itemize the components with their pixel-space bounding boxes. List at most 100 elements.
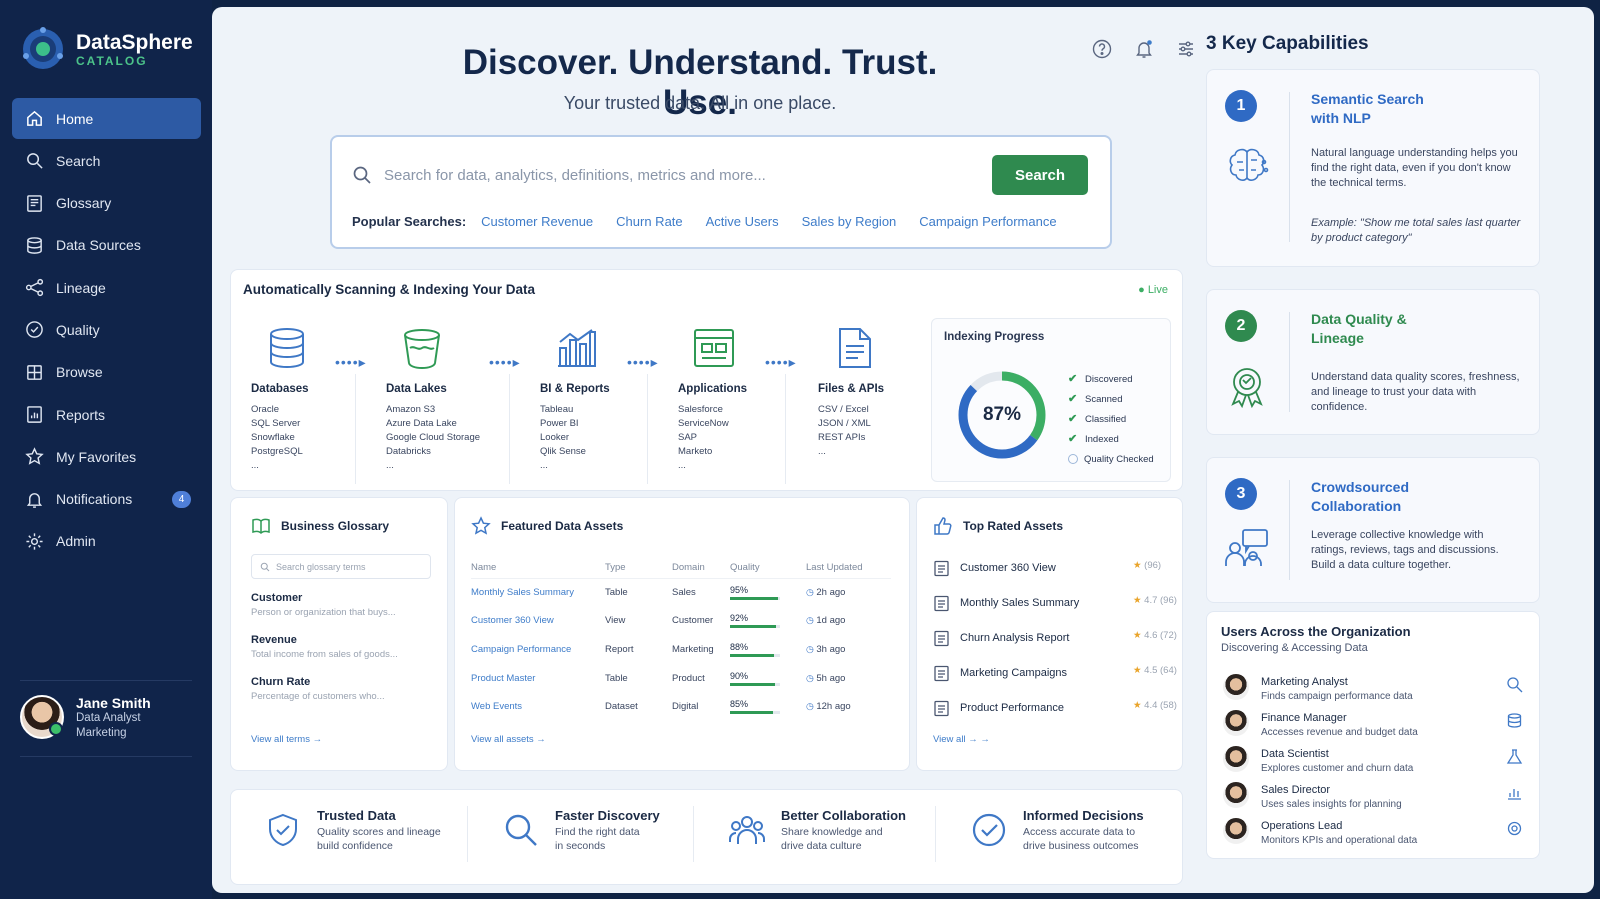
document-icon <box>934 665 949 682</box>
sidebar-item-data-sources[interactable]: Data Sources <box>12 225 201 266</box>
quality-bar: 88% <box>730 642 806 657</box>
capability-title-line: with NLP <box>1311 110 1371 126</box>
popular-search-link[interactable]: Churn Rate <box>616 214 682 229</box>
source-item: Salesforce <box>678 404 723 415</box>
collaboration-icon <box>1225 529 1268 566</box>
sidebar-item-label: Notifications <box>56 491 133 508</box>
search-input[interactable]: Search for data, analytics, definitions,… <box>352 155 972 195</box>
source-bi-reports[interactable]: BI & Reports Tableau Power BI Looker Qli… <box>540 326 658 473</box>
list-item[interactable]: Customer 360 View ★ (96) <box>933 558 1161 577</box>
source-item: JSON / XML <box>818 418 871 429</box>
asset-type: Table <box>605 672 628 684</box>
table-row[interactable]: Product Master Table Product 90% ◷ 5h ago <box>471 664 891 693</box>
source-files-apis[interactable]: Files & APIs CSV / Excel JSON / XML REST… <box>818 326 936 459</box>
benefit-better-collaboration: Better Collaboration Share knowledge and d… <box>729 808 906 853</box>
list-item[interactable]: Churn Analysis Report ★ 4.6 (72) <box>933 628 1177 647</box>
source-databases[interactable]: Databases Oracle SQL Server Snowflake Po… <box>251 326 369 473</box>
popular-search-link[interactable]: Campaign Performance <box>919 214 1056 229</box>
user-activity: Accesses revenue and budget data <box>1261 727 1418 738</box>
asset-name[interactable]: Monthly Sales Summary <box>471 578 605 607</box>
sidebar-item-browse[interactable]: Browse <box>12 352 201 393</box>
view-all-top-rated-link[interactable]: View all → → <box>933 734 990 745</box>
list-item[interactable]: Product Performance ★ 4.4 (58) <box>933 698 1177 717</box>
document-icon <box>934 560 949 577</box>
user-row[interactable]: Data Scientist Explores customer and chur… <box>1223 744 1523 774</box>
glossary-term[interactable]: Churn Rate Percentage of customers who... <box>251 676 385 702</box>
source-item: Databricks <box>386 446 431 457</box>
asset-quality: 85% <box>730 692 806 721</box>
clock-icon: ◷ <box>806 672 817 683</box>
list-item[interactable]: Marketing Campaigns ★ 4.5 (64) <box>933 663 1177 682</box>
bell-icon <box>26 492 43 508</box>
popular-search-link[interactable]: Customer Revenue <box>481 214 593 229</box>
rating-value: (96) <box>1144 560 1162 571</box>
sidebar-item-notifications[interactable]: Notifications 4 <box>12 479 201 520</box>
sidebar-item-home[interactable]: Home <box>12 98 201 139</box>
updated-value: 3h ago <box>816 643 846 655</box>
logo[interactable]: DataSphere CATALOG <box>20 26 193 72</box>
sidebar-item-lineage[interactable]: Lineage <box>12 267 201 308</box>
search-button[interactable]: Search <box>992 155 1088 195</box>
source-data-lakes[interactable]: Data Lakes Amazon S3 Azure Data Lake Goo… <box>386 326 504 473</box>
asset-name[interactable]: Web Events <box>471 692 605 721</box>
capability-card: 3 Crowdsourced Collaboration Leverage col… <box>1206 457 1540 603</box>
capability-desc: Understand data quality scores, freshnes… <box>1311 371 1520 413</box>
sidebar-item-glossary[interactable]: Glossary <box>12 183 201 224</box>
star-icon <box>25 447 44 466</box>
popular-search-link[interactable]: Active Users <box>706 214 779 229</box>
sidebar-item-admin[interactable]: Admin <box>12 521 201 562</box>
divider <box>509 374 510 484</box>
filter-sliders-icon[interactable] <box>1176 39 1196 59</box>
table-row[interactable]: Campaign Performance Report Marketing 88% ◷ … <box>471 635 891 664</box>
grid-icon <box>27 364 42 380</box>
asset-type: Dataset <box>605 701 638 713</box>
asset-name[interactable]: Product Master <box>471 664 605 693</box>
sidebar-item-my-favorites[interactable]: My Favorites <box>12 436 201 477</box>
updated-value: 2h ago <box>816 587 846 599</box>
updated-value: 12h ago <box>816 701 851 713</box>
user-row[interactable]: Operations Lead Monitors KPIs and operati… <box>1223 816 1523 846</box>
benefit-informed-decisions: Informed Decisions Access accurate data t… <box>971 808 1144 853</box>
source-item: Marketo <box>678 446 713 457</box>
divider <box>785 374 786 484</box>
benefit-faster-discovery: Faster Discovery Find the right data in se… <box>503 808 660 853</box>
bell-icon[interactable] <box>1134 39 1154 59</box>
source-item: Power BI <box>540 418 579 429</box>
sidebar-item-label: Browse <box>56 364 103 381</box>
view-all-assets-link[interactable]: View all assets → <box>471 734 546 745</box>
sidebar: DataSphere CATALOG Home Search Glossary … <box>0 0 212 899</box>
star-rating-icon: ★ <box>1133 630 1142 641</box>
view-all-terms-link[interactable]: View all terms → <box>251 734 322 745</box>
glossary-term[interactable]: Customer Person or organization that buys… <box>251 592 396 618</box>
glossary-search-input[interactable]: Search glossary terms <box>251 554 431 579</box>
table-row[interactable]: Customer 360 View View Customer 92% ◷ 1d ago <box>471 607 891 636</box>
card-header: Business Glossary <box>251 516 389 536</box>
quality-value: 90% <box>730 670 749 681</box>
logo-icon <box>23 27 63 69</box>
table-row[interactable]: Web Events Dataset Digital 85% ◷ 12h ago <box>471 692 891 721</box>
sidebar-item-quality[interactable]: Quality <box>12 309 201 350</box>
sidebar-item-search[interactable]: Search <box>12 140 201 181</box>
capability-desc-text: Build a data culture together. <box>1311 559 1452 571</box>
sidebar-item-reports[interactable]: Reports <box>12 394 201 435</box>
user-row[interactable]: Marketing Analyst Finds campaign performa… <box>1223 672 1523 702</box>
source-applications[interactable]: Applications Salesforce ServiceNow SAP M… <box>678 326 796 473</box>
popular-search-link[interactable]: Sales by Region <box>802 214 897 229</box>
glossary-term[interactable]: Revenue Total income from sales of goods.… <box>251 634 398 660</box>
asset-name[interactable]: Customer 360 View <box>471 607 605 636</box>
column-header: Quality <box>730 558 806 579</box>
source-item: ServiceNow <box>678 418 729 429</box>
page-subtitle: Your trusted data. All in one place. <box>563 93 837 113</box>
capability-number: 1 <box>1225 90 1257 122</box>
progress-step: Quality Checked <box>1068 449 1154 469</box>
divider <box>693 806 694 862</box>
benefit-desc: Access accurate data to <box>1023 826 1136 838</box>
user-profile[interactable]: Jane Smith Data Analyst Marketing <box>20 680 192 757</box>
table-row[interactable]: Monthly Sales Summary Table Sales 95% ◷ 2h a… <box>471 578 891 607</box>
user-row[interactable]: Sales Director Uses sales insights for pl… <box>1223 780 1523 810</box>
help-icon[interactable] <box>1092 39 1112 59</box>
asset-name[interactable]: Campaign Performance <box>471 635 605 664</box>
user-row[interactable]: Finance Manager Accesses revenue and budg… <box>1223 708 1523 738</box>
quality-value: 85% <box>730 699 749 710</box>
list-item[interactable]: Monthly Sales Summary ★ 4.7 (96) <box>933 593 1177 612</box>
